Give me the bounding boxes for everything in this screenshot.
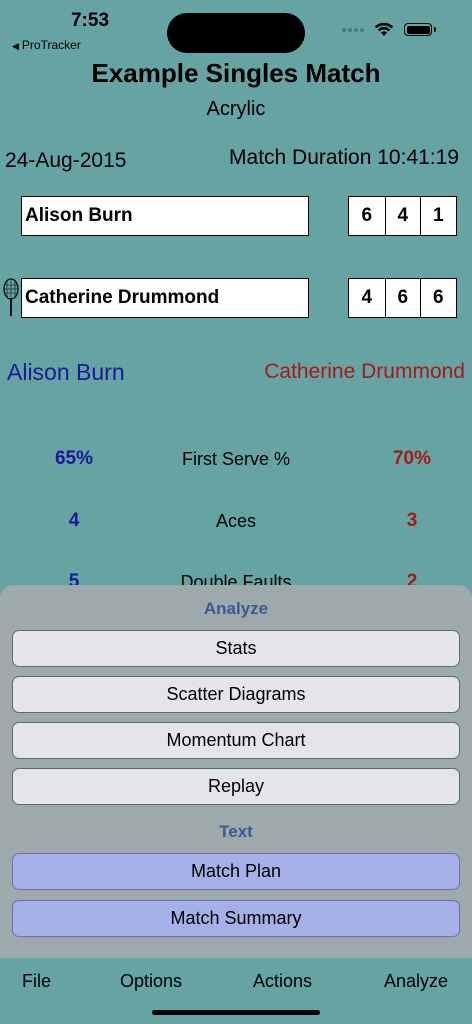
stat-row-aces: 4 Aces 3 xyxy=(0,510,472,540)
tennis-racket-icon xyxy=(2,278,20,323)
wifi-icon xyxy=(374,22,394,37)
stat-player-2-value: 70% xyxy=(392,448,432,469)
stat-player-2-value: 3 xyxy=(406,510,418,531)
player-2-set-1-score: 4 xyxy=(361,287,373,308)
back-arrow-icon: ◀ xyxy=(12,41,19,51)
toolbar-options[interactable]: Options xyxy=(120,971,182,992)
player-2-name: Catherine Drummond xyxy=(25,287,220,308)
replay-button[interactable]: Replay xyxy=(12,768,460,805)
toolbar-analyze[interactable]: Analyze xyxy=(384,971,448,992)
text-section-header: Text xyxy=(219,822,253,841)
home-indicator[interactable] xyxy=(152,1010,320,1015)
player-2-set-2-score: 6 xyxy=(384,279,421,317)
match-date: 24-Aug-2015 xyxy=(5,149,127,172)
player-1-set-3-score: 1 xyxy=(420,197,456,235)
analyze-menu-sheet: Analyze Stats Scatter Diagrams Momentum … xyxy=(0,585,472,958)
stats-player-2-name: Catherine Drummond xyxy=(264,360,465,383)
player-1-set-1-score: 6 xyxy=(361,205,373,226)
status-time: 7:53 xyxy=(70,10,110,31)
stat-label: Aces xyxy=(215,511,257,531)
analyze-section-header: Analyze xyxy=(203,599,269,618)
player-2-set-scores: 4 6 6 xyxy=(348,278,457,318)
match-surface: Acrylic xyxy=(206,98,266,120)
player-2-set-3-score: 6 xyxy=(420,279,456,317)
stat-row-first-serve: 65% First Serve % 70% xyxy=(0,448,472,478)
stats-player-1-name: Alison Burn xyxy=(7,359,125,385)
cellular-signal-icon xyxy=(342,27,364,32)
player-1-set-scores: 6 4 1 xyxy=(348,196,457,236)
scatter-diagrams-button[interactable]: Scatter Diagrams xyxy=(12,676,460,713)
match-plan-button[interactable]: Match Plan xyxy=(12,853,460,890)
stat-label: First Serve % xyxy=(181,449,291,469)
status-icons xyxy=(342,22,436,37)
player-1-name-box[interactable]: Alison Burn xyxy=(21,196,309,236)
match-duration: Match Duration 10:41:19 xyxy=(229,146,459,169)
player-1-name: Alison Burn xyxy=(25,205,133,226)
momentum-chart-button[interactable]: Momentum Chart xyxy=(12,722,460,759)
stat-player-1-value: 65% xyxy=(54,448,94,469)
stats-button[interactable]: Stats xyxy=(12,630,460,667)
battery-icon xyxy=(404,23,436,36)
dynamic-island xyxy=(167,13,305,53)
stat-player-1-value: 4 xyxy=(68,510,80,531)
match-title: Example Singles Match xyxy=(91,58,381,88)
toolbar-file[interactable]: File xyxy=(22,971,51,992)
player-2-name-box[interactable]: Catherine Drummond xyxy=(21,278,309,318)
player-1-set-2-score: 4 xyxy=(384,197,421,235)
back-link-label: ProTracker xyxy=(21,38,81,52)
back-to-app-link[interactable]: ◀ ProTracker xyxy=(12,38,81,52)
match-summary-button[interactable]: Match Summary xyxy=(12,900,460,937)
toolbar-actions[interactable]: Actions xyxy=(253,971,312,992)
